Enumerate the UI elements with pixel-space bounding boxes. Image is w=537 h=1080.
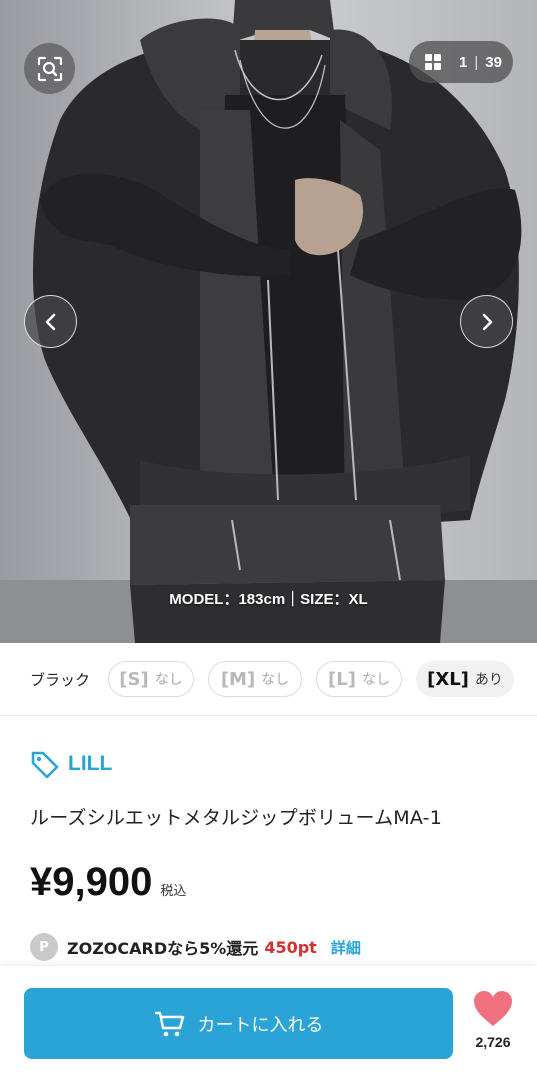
product-photo <box>0 0 537 643</box>
offer-details-link[interactable]: 詳細 <box>331 937 361 958</box>
zozocard-offer: P ZOZOCARDなら5%還元 450pt 詳細 <box>30 933 361 961</box>
size-label: [M] <box>220 668 256 690</box>
add-to-cart-button[interactable]: カートに入れる <box>24 988 453 1059</box>
size-label: [L] <box>328 668 356 690</box>
size-selector: ブラック [S] なし [M] なし [L] なし [XL] あり <box>0 643 537 716</box>
size-chip-s[interactable]: [S] なし <box>108 661 194 697</box>
cart-button-label: カートに入れる <box>197 1014 324 1036</box>
stock-status: なし <box>154 672 183 688</box>
tax-label: 税込 <box>160 884 187 899</box>
offer-text: ZOZOCARDなら5%還元 <box>67 939 259 958</box>
total-image-count: 39 <box>485 53 502 71</box>
image-search-button[interactable] <box>24 43 75 94</box>
price: ¥9,900 税込 <box>30 860 186 905</box>
size-label: [XL] <box>427 668 469 690</box>
cart-icon <box>154 1011 184 1036</box>
size-chip-m[interactable]: [M] なし <box>208 661 302 697</box>
chevron-right-icon <box>482 313 492 330</box>
brand-link[interactable]: LILL <box>30 750 112 778</box>
image-counter[interactable]: 1 | 39 <box>409 41 513 83</box>
counter-separator: | <box>474 53 479 71</box>
product-title: ルーズシルエットメタルジップボリュームMA-1 <box>30 807 442 829</box>
current-image-number: 1 <box>459 53 468 71</box>
price-amount: ¥9,900 <box>30 860 153 904</box>
product-image-gallery[interactable]: 1 | 39 MODEL：183cm｜SIZE：XL <box>0 0 537 643</box>
tag-icon <box>31 751 59 778</box>
size-label: [S] <box>119 668 149 690</box>
stock-status: なし <box>361 672 390 688</box>
search-image-icon <box>37 56 62 81</box>
brand-name: LILL <box>68 752 113 775</box>
heart-icon <box>474 991 512 1026</box>
color-label: ブラック <box>30 670 91 689</box>
points-icon: P <box>30 933 58 961</box>
size-chip-xl[interactable]: [XL] あり <box>416 661 514 697</box>
favorite-count: 2,726 <box>475 1034 511 1050</box>
model-size-caption: MODEL：183cm｜SIZE：XL <box>169 591 368 608</box>
stock-status: なし <box>261 672 290 688</box>
grid-icon <box>425 54 441 70</box>
chevron-left-icon <box>45 313 55 330</box>
size-chip-l[interactable]: [L] なし <box>316 661 402 697</box>
offer-points: 450pt <box>264 937 317 957</box>
next-image-button[interactable] <box>460 295 513 348</box>
favorite-button[interactable]: 2,726 <box>470 990 516 1050</box>
bottom-action-bar: カートに入れる 2,726 <box>0 966 537 1080</box>
previous-image-button[interactable] <box>24 295 77 348</box>
stock-status: あり <box>474 672 503 688</box>
